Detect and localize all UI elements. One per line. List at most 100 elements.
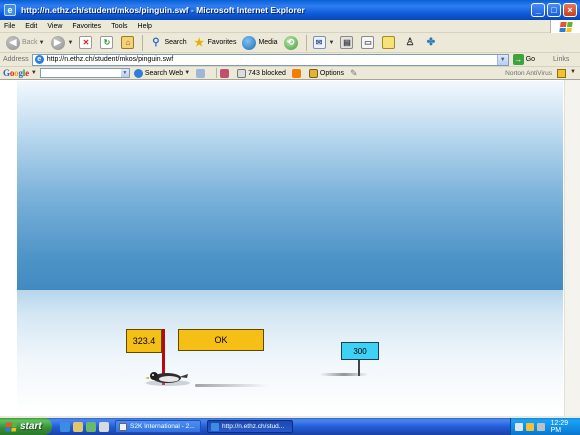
history-icon: ⟲ <box>283 35 298 50</box>
options-button[interactable]: Options <box>308 68 345 78</box>
chevron-down-icon: ▼ <box>184 70 191 76</box>
popup-blocker-icon <box>237 68 247 78</box>
scrollbar-track[interactable] <box>564 80 580 416</box>
star-icon: ★ <box>194 37 205 49</box>
blogger-button[interactable] <box>291 68 303 78</box>
chevron-down-icon[interactable]: ▼ <box>31 70 37 76</box>
taskbar: start S2K International - 2... http://n.… <box>0 418 580 435</box>
start-button[interactable]: start <box>0 418 52 435</box>
google-logo[interactable]: Google <box>3 68 29 78</box>
printer-icon: ▤ <box>340 36 354 49</box>
home-icon: ⌂ <box>121 36 135 49</box>
clock[interactable]: 12:29 PM <box>551 420 580 434</box>
ice-field <box>17 290 563 415</box>
address-input[interactable]: e http://n.ethz.ch/student/mkos/pinguin.… <box>31 53 509 66</box>
chevron-down-icon: ▼ <box>67 39 74 46</box>
start-label: start <box>20 421 42 432</box>
discuss-button[interactable] <box>379 34 400 52</box>
chevron-down-icon: ▼ <box>328 39 335 46</box>
back-button[interactable]: ◀ Back ▼ <box>3 34 48 52</box>
ok-button[interactable]: OK <box>178 329 264 351</box>
menu-view[interactable]: View <box>47 23 62 30</box>
go-button[interactable]: → Go <box>512 54 535 65</box>
favorites-button[interactable]: ★ Favorites <box>190 34 240 52</box>
mail-button[interactable]: ✉ ▼ <box>310 34 338 52</box>
ie-page-icon: e <box>34 55 44 64</box>
menu-help[interactable]: Help <box>138 23 152 30</box>
extra-tool-button[interactable]: ✤ <box>421 34 442 52</box>
toolbar-separator <box>142 34 144 51</box>
note-icon <box>382 36 396 49</box>
folder-quicklaunch-icon[interactable] <box>73 421 83 432</box>
title-bar: e http://n.ethz.ch/student/mkos/pinguin.… <box>0 0 580 20</box>
edit-button[interactable]: ▭ <box>358 34 379 52</box>
address-label: Address <box>3 56 29 63</box>
taskbar-item-browser[interactable]: http://n.ethz.ch/stud... <box>207 420 293 433</box>
search-button[interactable]: ⚲ Search <box>146 34 189 52</box>
page-info-icon <box>220 68 230 78</box>
favorites-label: Favorites <box>207 39 237 46</box>
menu-tools[interactable]: Tools <box>111 23 127 30</box>
taskbar-item-s2k[interactable]: S2K International - 2... <box>115 420 201 433</box>
ie-app-icon: e <box>4 4 16 16</box>
media-icon <box>242 35 257 50</box>
close-button[interactable]: × <box>563 3 577 17</box>
home-button[interactable]: ⌂ <box>118 34 139 52</box>
ie-quicklaunch-icon[interactable] <box>60 421 70 432</box>
stop-button[interactable]: ✕ <box>76 34 97 52</box>
options-icon <box>308 68 318 78</box>
messenger-button[interactable]: ♙ <box>400 34 421 52</box>
popup-blocker-button[interactable]: 743 blocked <box>237 68 286 78</box>
penguin-sprite <box>145 372 190 386</box>
google-search-input[interactable]: ▼ <box>39 68 130 78</box>
print-button[interactable]: ▤ <box>337 34 358 52</box>
menu-edit[interactable]: Edit <box>25 23 37 30</box>
pencil-icon: ✎ <box>350 67 358 78</box>
menu-bar: File Edit View Favorites Tools Help <box>0 20 580 33</box>
edit-page-icon: ▭ <box>361 36 375 49</box>
minimize-button[interactable]: _ <box>531 3 545 17</box>
chevron-down-icon[interactable]: ▼ <box>570 69 576 75</box>
mail-icon: ✉ <box>312 36 326 49</box>
network-icon[interactable] <box>515 422 523 431</box>
window-controls: _ □ × <box>531 3 577 17</box>
refresh-icon: ↻ <box>100 36 114 49</box>
links-button[interactable]: Links <box>553 56 569 63</box>
search-web-icon <box>133 68 143 78</box>
refresh-button[interactable]: ↻ <box>97 34 118 52</box>
search-web-button[interactable]: Search Web ▼ <box>133 68 191 78</box>
pagerank-button[interactable] <box>196 68 207 78</box>
chevron-down-icon[interactable]: ▼ <box>496 54 508 65</box>
messenger-icon: ♙ <box>405 37 415 48</box>
search-icon: ⚲ <box>152 37 160 48</box>
history-button[interactable]: ⟲ <box>281 34 303 52</box>
norton-label: Norton AntiVirus <box>505 70 552 77</box>
antivirus-icon[interactable] <box>525 422 534 431</box>
app-quicklaunch-icon[interactable] <box>99 421 109 432</box>
options-label: Options <box>319 69 345 77</box>
flash-game-area[interactable]: 323.4 OK 300 <box>17 81 563 415</box>
forward-button[interactable]: ▶ ▼ <box>48 34 77 52</box>
desktop-quicklaunch-icon[interactable] <box>86 421 96 432</box>
norton-icon[interactable] <box>557 69 566 78</box>
pagerank-icon <box>196 68 206 78</box>
chevron-down-icon[interactable]: ▼ <box>120 69 129 77</box>
go-arrow-icon: → <box>512 54 524 65</box>
search-label: Search <box>164 39 187 46</box>
page-info-button[interactable] <box>220 68 231 78</box>
back-label: Back <box>22 39 38 46</box>
blogger-icon <box>291 68 301 78</box>
window-title: http://n.ethz.ch/student/mkos/pinguin.sw… <box>21 5 305 15</box>
google-toolbar: Google ▼ ▼ Search Web ▼ 743 blocked Opti… <box>0 67 580 80</box>
menu-file[interactable]: File <box>4 23 15 30</box>
volume-icon[interactable] <box>536 422 545 431</box>
back-arrow-icon: ◀ <box>6 35 20 50</box>
maximize-button[interactable]: □ <box>547 3 561 17</box>
target-sign-shadow <box>320 373 368 376</box>
chevron-down-icon: ▼ <box>38 39 45 46</box>
search-web-label: Search Web <box>144 69 184 77</box>
menu-favorites[interactable]: Favorites <box>72 23 101 30</box>
media-button[interactable]: Media <box>239 34 280 52</box>
media-label: Media <box>258 39 278 46</box>
pencil-button[interactable]: ✎ <box>350 67 361 78</box>
